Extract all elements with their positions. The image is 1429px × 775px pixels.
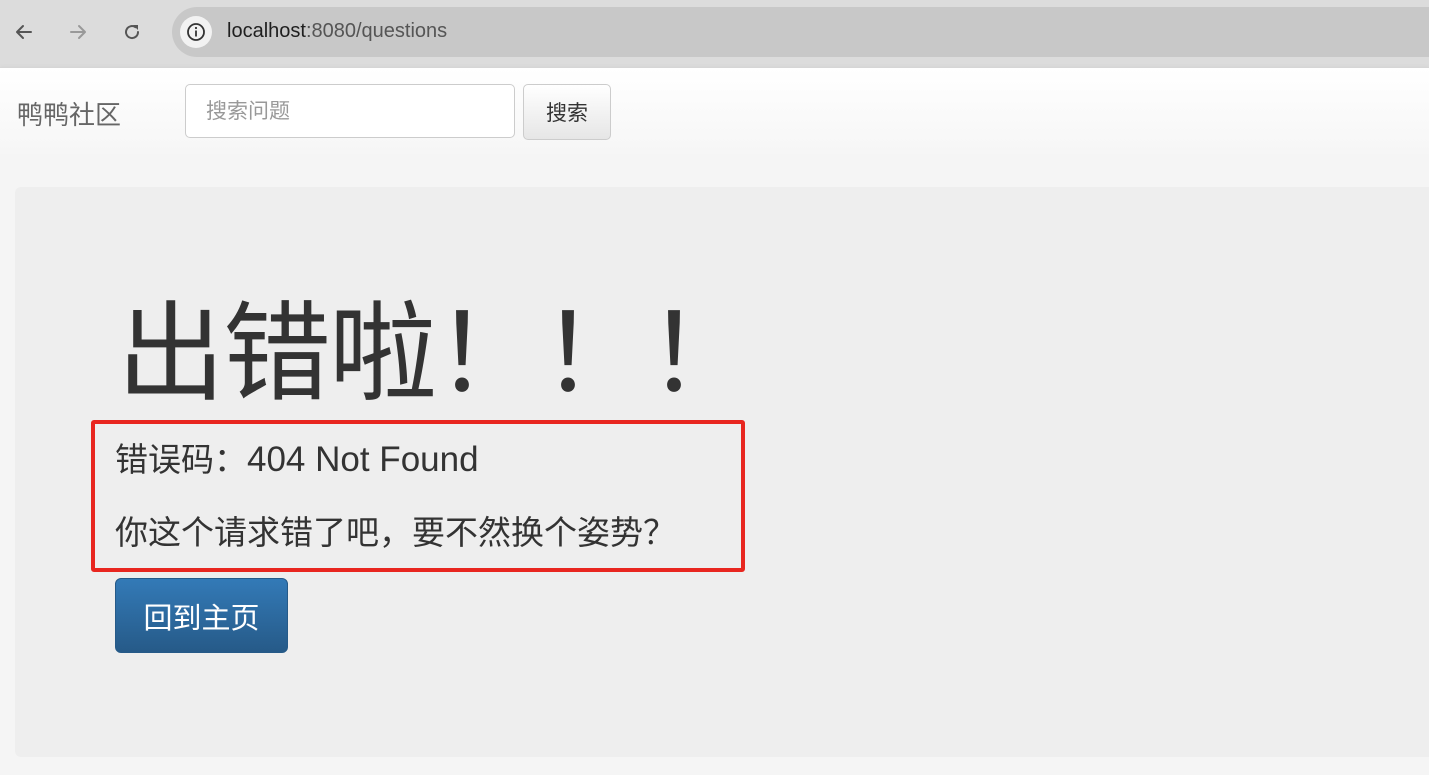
back-arrow-icon <box>16 25 32 39</box>
url-host: localhost <box>227 20 306 42</box>
forward-button[interactable] <box>62 16 94 48</box>
search-button[interactable]: 搜索 <box>523 84 611 140</box>
url-text: localhost:8080/questions <box>227 20 447 43</box>
info-icon <box>187 23 205 41</box>
reload-button[interactable] <box>116 16 148 48</box>
error-code-value: 404 Not Found <box>247 440 479 479</box>
site-navbar: 鸭鸭社区 搜索 <box>0 67 1429 155</box>
site-info-button[interactable] <box>180 16 212 48</box>
error-message: 你这个请求错了吧，要不然换个姿势？ <box>115 513 676 552</box>
error-code-line: 错误码：404 Not Found <box>115 433 479 481</box>
error-code-label: 错误码： <box>115 440 247 479</box>
forward-arrow-icon <box>70 25 86 39</box>
search-input[interactable] <box>185 84 515 138</box>
home-button[interactable]: 回到主页 <box>115 578 288 653</box>
error-heading: 出错啦！！！ <box>117 292 755 417</box>
address-bar[interactable]: localhost:8080/questions <box>172 7 1429 57</box>
browser-toolbar: localhost:8080/questions <box>0 0 1429 67</box>
url-path: :8080/questions <box>305 20 448 42</box>
brand-link[interactable]: 鸭鸭社区 <box>17 95 121 132</box>
reload-icon <box>125 25 140 40</box>
back-button[interactable] <box>8 16 40 48</box>
